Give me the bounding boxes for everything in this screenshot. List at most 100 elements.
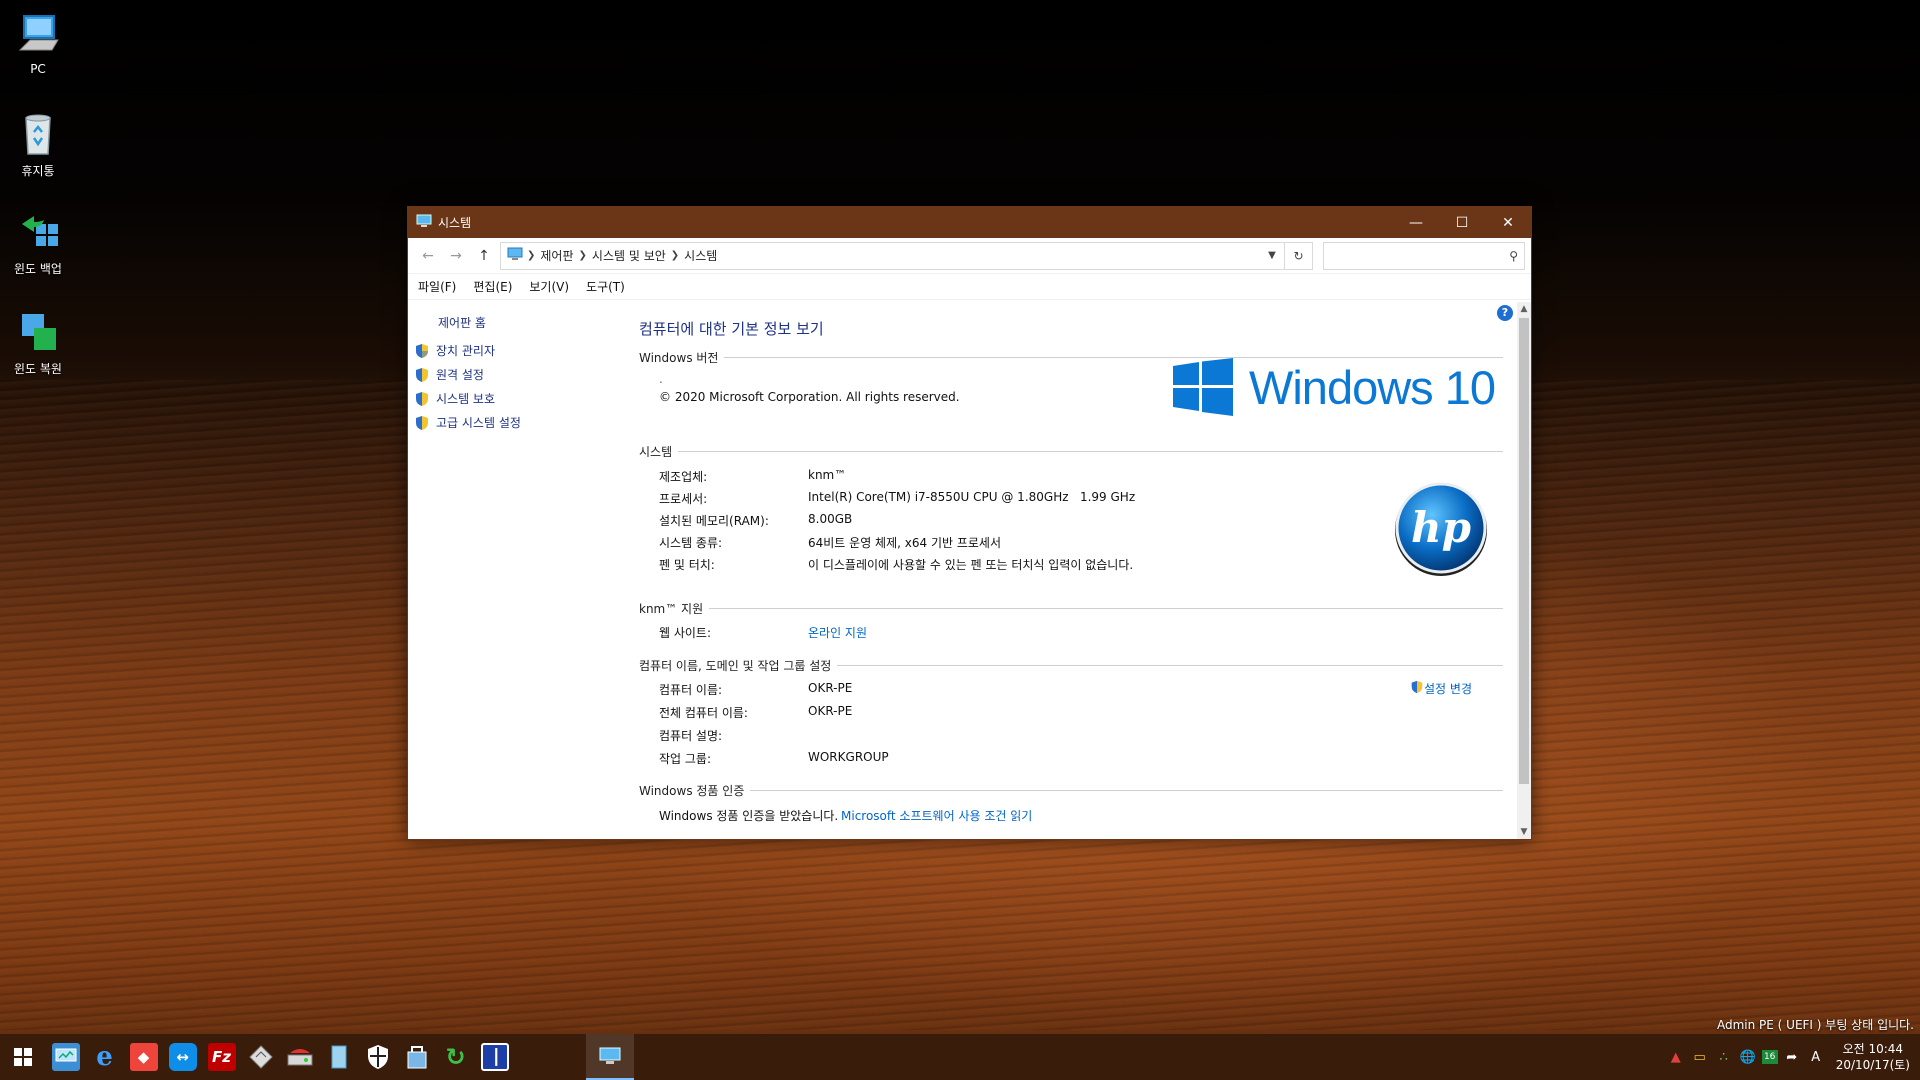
remote-settings-link[interactable]: 원격 설정: [414, 366, 484, 383]
network-tool-icon: [403, 1043, 431, 1071]
taskbar-blue-app[interactable]: ⎟: [475, 1034, 514, 1080]
section-title: Windows 버전: [639, 351, 719, 365]
search-icon: ⚲: [1509, 248, 1518, 263]
warning-icon[interactable]: ▲: [1666, 1050, 1686, 1065]
section-computer-name: 컴퓨터 이름, 도메인 및 작업 그룹 설정: [639, 657, 1503, 674]
minimize-button[interactable]: —: [1393, 207, 1439, 238]
desktop-icon-recycle-bin[interactable]: 휴지통: [4, 110, 72, 179]
menu-bar: 파일(F) 편집(E) 보기(V) 도구(T): [408, 274, 1531, 300]
desktop-icon-label: 휴지통: [21, 164, 55, 178]
taskbar-system-window[interactable]: [586, 1034, 634, 1080]
scrollbar-thumb[interactable]: [1519, 318, 1529, 784]
ram-value: 8.00GB: [808, 512, 853, 526]
menu-view[interactable]: 보기(V): [529, 278, 569, 295]
globe-icon[interactable]: 🌐: [1738, 1050, 1758, 1065]
refresh-button[interactable]: ↻: [1285, 241, 1313, 270]
title-bar[interactable]: 시스템 — ☐ ✕: [408, 207, 1531, 238]
system-tray: ▲ ▭ ∴ 🌐 16 ➦ A 오전 10:44 20/10/17(토): [1664, 1034, 1920, 1080]
taskbar-defender[interactable]: [358, 1034, 397, 1080]
help-icon[interactable]: ?: [1497, 305, 1513, 321]
scroll-up-arrow[interactable]: ▲: [1517, 304, 1531, 314]
desktop-icon-pc[interactable]: PC: [4, 10, 72, 76]
change-settings-label: 설정 변경: [1424, 682, 1472, 696]
activation-status: Windows 정품 인증을 받았습니다.: [659, 809, 839, 823]
hp-logo: hp: [1391, 480, 1491, 580]
taskbar-partition-tool[interactable]: [280, 1034, 319, 1080]
menu-edit[interactable]: 편집(E): [473, 278, 512, 295]
maximize-button[interactable]: ☐: [1439, 207, 1485, 238]
pen-touch-value: 이 디스플레이에 사용할 수 있는 펜 또는 터치식 입력이 없습니다.: [808, 558, 1134, 572]
taskbar-internet-explorer[interactable]: e: [85, 1034, 124, 1080]
desktop-icon-restore[interactable]: 윈도 복원: [4, 308, 72, 377]
computer-name-value: OKR-PE: [808, 681, 853, 695]
taskbar-filezilla[interactable]: Fz: [202, 1034, 241, 1080]
share-arrow-icon[interactable]: ➦: [1782, 1050, 1802, 1065]
processor-label: 프로세서:: [659, 492, 708, 506]
chevron-down-icon[interactable]: ▼: [1260, 250, 1284, 261]
windows-logo-text: Windows 10: [1249, 360, 1496, 414]
anydesk-icon: ◆: [129, 1043, 158, 1071]
workgroup-label: 작업 그룹:: [659, 752, 712, 766]
partition-tool-icon: [286, 1043, 314, 1071]
clock-time: 오전 10:44: [1842, 1042, 1904, 1056]
badge-icon[interactable]: 16: [1761, 1050, 1778, 1064]
control-panel-icon: [507, 247, 523, 264]
battery-icon[interactable]: ▭: [1690, 1050, 1710, 1065]
manufacturer-label: 제조업체:: [659, 470, 708, 484]
signal-icon[interactable]: ∴: [1714, 1050, 1734, 1065]
content-area: 제어판 홈 장치 관리자 원격 설정 시스템 보호 고급 시스템 설정 컴퓨터에…: [408, 302, 1531, 839]
close-button[interactable]: ✕: [1485, 207, 1531, 238]
system-icon: [416, 214, 432, 231]
side-link-label: 고급 시스템 설정: [436, 416, 521, 430]
uac-shield-icon: [414, 367, 430, 383]
taskbar-anydesk[interactable]: ◆: [124, 1034, 163, 1080]
breadcrumb-system-security[interactable]: 시스템 및 보안: [592, 247, 666, 264]
breadcrumb-system[interactable]: 시스템: [684, 247, 717, 264]
address-field[interactable]: ❯ 제어판 ❯ 시스템 및 보안 ❯ 시스템 ▼: [500, 241, 1285, 270]
uac-shield-icon: [414, 415, 430, 431]
internet-explorer-icon: e: [96, 1042, 113, 1072]
breadcrumb-control-panel[interactable]: 제어판: [540, 247, 573, 264]
online-support-link[interactable]: 온라인 지원: [808, 624, 867, 641]
device-manager-link[interactable]: 장치 관리자: [414, 342, 495, 359]
ime-indicator[interactable]: A: [1806, 1050, 1826, 1065]
clock[interactable]: 오전 10:44 20/10/17(토): [1836, 1041, 1910, 1073]
forward-button[interactable]: →: [442, 242, 470, 270]
vertical-scrollbar[interactable]: ▲ ▼: [1517, 302, 1531, 839]
uac-shield-icon: [414, 391, 430, 407]
backup-icon: [14, 208, 62, 256]
up-button[interactable]: ↑: [470, 242, 498, 270]
taskbar-teamviewer[interactable]: ↔: [163, 1034, 202, 1080]
taskbar-network-tool[interactable]: [397, 1034, 436, 1080]
teamviewer-icon: ↔: [168, 1043, 197, 1071]
system-window: 시스템 — ☐ ✕ ← → ↑ ❯ 제어판 ❯ 시스템 및 보안 ❯ 시스템 ▼…: [407, 206, 1532, 840]
breadcrumb-separator: ❯: [527, 250, 536, 261]
desktop-icon-backup[interactable]: 윈도 백업: [4, 208, 72, 277]
notepad-icon: [325, 1043, 353, 1071]
back-button[interactable]: ←: [414, 242, 442, 270]
disk-tool-icon: [247, 1043, 275, 1071]
system-protection-link[interactable]: 시스템 보호: [414, 390, 495, 407]
main-pane: 컴퓨터에 대한 기본 정보 보기 Windows 버전 . © 2020 Mic…: [631, 302, 1517, 839]
start-button[interactable]: [0, 1034, 46, 1080]
taskbar-sync-tool[interactable]: ↻: [436, 1034, 475, 1080]
taskbar-computer-management[interactable]: [46, 1034, 85, 1080]
taskbar-notepad[interactable]: [319, 1034, 358, 1080]
website-label: 웹 사이트:: [659, 626, 712, 640]
scroll-down-arrow[interactable]: ▼: [1517, 827, 1531, 837]
change-settings-link[interactable]: 설정 변경: [1410, 680, 1472, 697]
license-terms-link[interactable]: Microsoft 소프트웨어 사용 조건 읽기: [841, 807, 1032, 824]
address-bar: ← → ↑ ❯ 제어판 ❯ 시스템 및 보안 ❯ 시스템 ▼ ↻ ⚲: [408, 238, 1531, 274]
system-type-label: 시스템 종류:: [659, 536, 723, 550]
advanced-system-settings-link[interactable]: 고급 시스템 설정: [414, 414, 521, 431]
taskbar-disk-tool[interactable]: [241, 1034, 280, 1080]
breadcrumb-separator: ❯: [578, 250, 587, 261]
menu-file[interactable]: 파일(F): [418, 278, 456, 295]
uac-shield-icon: [1410, 680, 1424, 697]
breadcrumb-separator: ❯: [670, 250, 680, 261]
side-link-label: 시스템 보호: [436, 392, 496, 406]
menu-tools[interactable]: 도구(T): [586, 278, 625, 295]
search-input[interactable]: ⚲: [1323, 241, 1525, 270]
control-panel-home-link[interactable]: 제어판 홈: [438, 314, 486, 331]
desktop-icon-label: 윈도 복원: [14, 362, 62, 376]
